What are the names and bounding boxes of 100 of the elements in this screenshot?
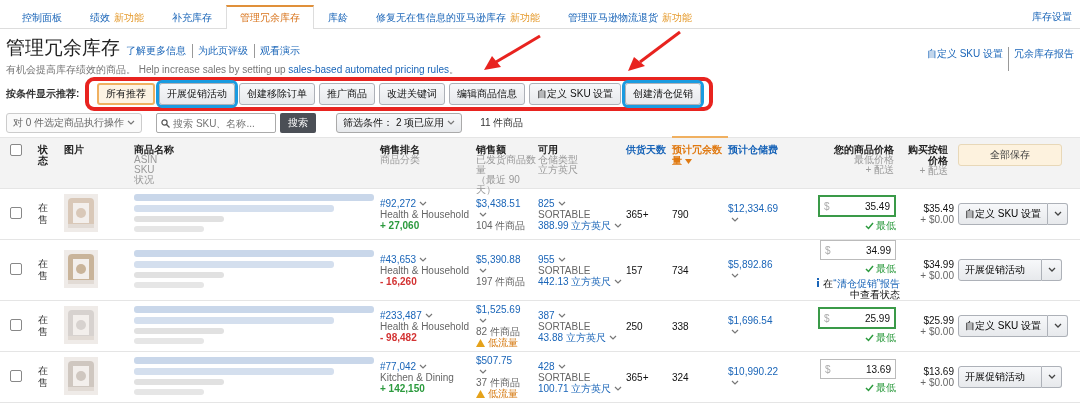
action-dropdown-button[interactable] bbox=[1042, 366, 1062, 388]
available-link[interactable]: 428 bbox=[538, 360, 555, 372]
filter-label: 按条件显示推荐: bbox=[6, 87, 80, 101]
action-dropdown-button[interactable] bbox=[1042, 259, 1062, 281]
pricing-rules-link[interactable]: sales-based automated pricing rules bbox=[288, 64, 449, 75]
price-field[interactable]: $ 13.69 bbox=[820, 359, 896, 379]
price-status: 最低 bbox=[876, 262, 896, 276]
column-header: 状态 bbox=[38, 144, 49, 166]
checkbox[interactable] bbox=[10, 319, 22, 331]
action-button[interactable]: 开展促销活动 bbox=[958, 366, 1042, 388]
action-dropdown-button[interactable] bbox=[1048, 203, 1069, 225]
checkbox[interactable] bbox=[10, 144, 22, 156]
chevron-down-icon[interactable] bbox=[614, 385, 623, 392]
volume-link[interactable]: 442.13 立方英尺 bbox=[538, 275, 612, 287]
tab[interactable]: 控制面板 bbox=[8, 6, 76, 28]
storage-type: SORTABLE bbox=[538, 320, 591, 332]
status-text: 在售 bbox=[38, 258, 49, 282]
column-header[interactable]: 供货天数 bbox=[626, 144, 672, 155]
help-link[interactable]: 了解更多信息 bbox=[126, 44, 186, 58]
available-link[interactable]: 825 bbox=[538, 197, 555, 209]
chevron-down-icon[interactable] bbox=[419, 200, 428, 207]
sales-link[interactable]: $1,525.69 bbox=[476, 304, 521, 315]
volume-link[interactable]: 43.88 立方英尺 bbox=[538, 331, 606, 343]
recommendation-button[interactable]: 改进关键词 bbox=[379, 83, 446, 105]
tab[interactable]: 绩效 新功能 bbox=[76, 6, 158, 28]
sales-link[interactable]: $507.75 bbox=[476, 355, 513, 366]
checkbox[interactable] bbox=[10, 207, 22, 219]
storage-fee-link[interactable]: $1,696.54 bbox=[728, 315, 773, 326]
tab[interactable]: 管理冗余库存 bbox=[226, 5, 314, 29]
volume-link[interactable]: 388.99 立方英尺 bbox=[538, 219, 612, 231]
action-button[interactable]: 开展促销活动 bbox=[958, 259, 1042, 281]
available-link[interactable]: 387 bbox=[538, 309, 555, 321]
recommendation-button[interactable]: 所有推荐 bbox=[97, 83, 156, 105]
column-header[interactable]: 预计仓储费 bbox=[728, 144, 808, 155]
tab[interactable]: 管理亚马逊物流退货 新功能 bbox=[554, 6, 706, 28]
chevron-down-icon[interactable] bbox=[731, 380, 739, 387]
tab[interactable]: 库龄 bbox=[314, 6, 362, 28]
recommendation-button[interactable]: 创建移除订单 bbox=[239, 83, 316, 105]
storage-fee-link[interactable]: $12,334.69 bbox=[728, 203, 779, 214]
recommendation-button[interactable]: 自定义 SKU 设置 bbox=[529, 83, 622, 105]
save-all-button[interactable]: 全部保存 bbox=[958, 144, 1062, 166]
buy-box-price: $25.99 bbox=[922, 315, 954, 326]
chevron-down-icon[interactable] bbox=[479, 267, 487, 274]
recommendation-button[interactable]: 编辑商品信息 bbox=[449, 83, 526, 105]
rank-link[interactable]: #43,653 bbox=[380, 253, 417, 265]
header-link[interactable]: 自定义 SKU 设置 bbox=[926, 47, 1003, 71]
search-button[interactable]: 搜索 bbox=[280, 113, 317, 133]
chevron-down-icon[interactable] bbox=[557, 200, 566, 207]
chevron-down-icon[interactable] bbox=[557, 312, 566, 319]
tab[interactable]: 修复无在售信息的亚马逊库存 新功能 bbox=[362, 6, 554, 28]
storage-fee-link[interactable]: $5,892.86 bbox=[728, 259, 773, 270]
chevron-down-icon[interactable] bbox=[557, 363, 566, 370]
action-dropdown-button[interactable] bbox=[1048, 315, 1069, 337]
chevron-down-icon[interactable] bbox=[731, 329, 739, 336]
chevron-down-icon[interactable] bbox=[419, 363, 428, 370]
chevron-down-icon[interactable] bbox=[731, 273, 739, 280]
price-field[interactable]: $ 35.49 bbox=[818, 195, 896, 217]
action-button[interactable]: 自定义 SKU 设置 bbox=[958, 203, 1049, 225]
recommendation-button[interactable]: 开展促销活动 bbox=[159, 83, 236, 105]
chevron-down-icon[interactable] bbox=[608, 334, 617, 341]
checkbox[interactable] bbox=[10, 370, 22, 382]
inventory-settings-link[interactable]: 库存设置 bbox=[1032, 6, 1072, 28]
storage-fee-link[interactable]: $10,990.22 bbox=[728, 366, 779, 377]
available-link[interactable]: 955 bbox=[538, 253, 555, 265]
tab[interactable]: 补充库存 bbox=[158, 6, 226, 28]
recommendation-button[interactable]: 推广商品 bbox=[319, 83, 376, 105]
chevron-down-icon[interactable] bbox=[479, 369, 487, 376]
header-link[interactable]: 冗余库存报告 bbox=[1008, 47, 1074, 71]
price-field[interactable]: $ 25.99 bbox=[818, 307, 896, 329]
chevron-down-icon[interactable] bbox=[127, 120, 136, 126]
price-field[interactable]: $ 34.99 bbox=[820, 240, 896, 260]
report-link[interactable]: “清仓促销”报告 bbox=[833, 278, 900, 289]
search-field[interactable]: 搜索 SKU、名称... bbox=[156, 113, 277, 133]
chevron-down-icon[interactable] bbox=[447, 120, 456, 126]
recommendation-button[interactable]: 创建清仓促销 bbox=[625, 83, 702, 105]
chevron-down-icon[interactable] bbox=[419, 256, 428, 263]
search-icon bbox=[161, 118, 171, 128]
chevron-down-icon[interactable] bbox=[424, 312, 433, 319]
help-link[interactable]: 观看演示 bbox=[254, 44, 300, 58]
chevron-down-icon bbox=[1047, 374, 1056, 380]
category-text: Health & Household bbox=[380, 320, 469, 332]
chevron-down-icon bbox=[1053, 211, 1062, 217]
rank-link[interactable]: #92,272 bbox=[380, 197, 417, 209]
days-of-supply: 365+ bbox=[626, 208, 649, 220]
filter-dropdown[interactable]: 筛选条件： 2 项已应用 bbox=[336, 113, 463, 133]
help-link[interactable]: 为此页评级 bbox=[192, 44, 248, 58]
chevron-down-icon[interactable] bbox=[614, 222, 623, 229]
rank-link[interactable]: #233,487 bbox=[380, 309, 422, 321]
checkbox[interactable] bbox=[10, 263, 22, 275]
chevron-down-icon[interactable] bbox=[557, 256, 566, 263]
bulk-action-dropdown[interactable]: 对 0 件选定商品执行操作 bbox=[6, 113, 143, 133]
chevron-down-icon[interactable] bbox=[614, 278, 623, 285]
rank-link[interactable]: #77,042 bbox=[380, 360, 417, 372]
chevron-down-icon[interactable] bbox=[479, 211, 487, 218]
sales-link[interactable]: $5,390.88 bbox=[476, 253, 521, 265]
volume-link[interactable]: 100.71 立方英尺 bbox=[538, 382, 612, 394]
chevron-down-icon[interactable] bbox=[479, 318, 487, 325]
sales-link[interactable]: $3,438.51 bbox=[476, 197, 521, 209]
action-button[interactable]: 自定义 SKU 设置 bbox=[958, 315, 1049, 337]
chevron-down-icon[interactable] bbox=[731, 217, 739, 224]
